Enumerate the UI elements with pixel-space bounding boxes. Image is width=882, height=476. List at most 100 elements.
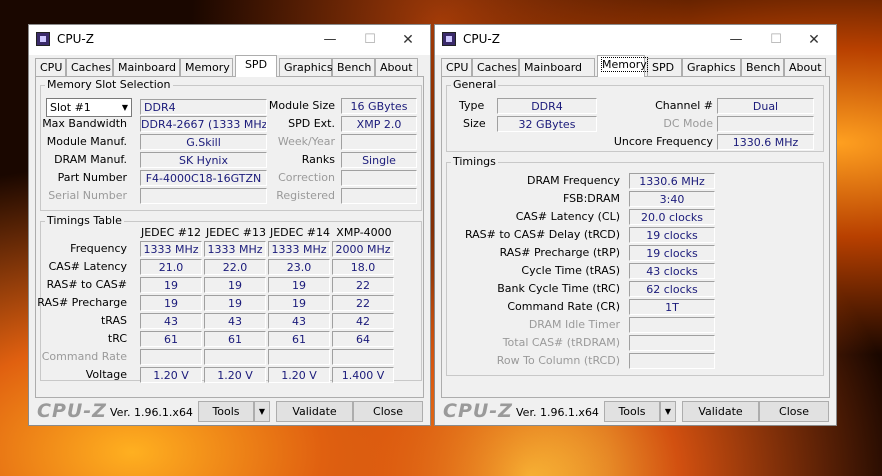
cpuz-app-icon — [36, 32, 50, 46]
tab-caches[interactable]: Caches — [472, 58, 519, 76]
trcd-label: RAS# to CAS# Delay (tRCD) — [464, 228, 620, 241]
close-button[interactable]: Close — [759, 401, 829, 422]
command-rate-value: 1T — [629, 299, 715, 315]
timing-cell: 19 — [204, 295, 266, 311]
tab-cpu[interactable]: CPU — [441, 58, 472, 76]
timing-cell: 1.20 V — [268, 367, 330, 383]
row-label: RAS# to CAS# — [46, 278, 127, 291]
timing-cell: 1333 MHz — [204, 241, 266, 257]
week-year-label: Week/Year — [277, 135, 335, 148]
title-bar[interactable]: CPU-Z — ☐ ✕ — [435, 25, 836, 55]
timing-cell: 19 — [204, 277, 266, 293]
timing-cell: 21.0 — [140, 259, 202, 275]
trcd-value: 19 clocks — [629, 227, 715, 243]
timing-cell: 43 — [140, 313, 202, 329]
timing-cell: 18.0 — [332, 259, 394, 275]
registered-label: Registered — [276, 189, 335, 202]
row-label: RAS# Precharge — [37, 296, 127, 309]
tab-graphics[interactable]: Graphics — [682, 58, 741, 76]
timing-cell: 43 — [268, 313, 330, 329]
memory-slot-selection-group: Memory Slot Selection Slot #1 ▼ DDR4 Max … — [40, 78, 422, 211]
validate-button[interactable]: Validate — [682, 401, 759, 422]
timing-cell: 19 — [140, 277, 202, 293]
tab-about[interactable]: About — [375, 58, 418, 76]
tab-mainboard[interactable]: Mainboard — [113, 58, 180, 76]
tools-dropdown-button[interactable]: ▼ — [660, 401, 676, 422]
tab-bench[interactable]: Bench — [332, 58, 375, 76]
timing-cell: 1.20 V — [140, 367, 202, 383]
tab-mainboard[interactable]: Mainboard — [519, 58, 595, 76]
timings-table-group: Timings Table JEDEC #12 JEDEC #13 JEDEC … — [37, 214, 422, 383]
timing-cell: 61 — [204, 331, 266, 347]
uncore-frequency-label: Uncore Frequency — [613, 135, 713, 148]
tab-memory[interactable]: Memory — [597, 55, 648, 77]
tab-spd[interactable]: SPD — [235, 55, 277, 77]
cpuz-window-memory: CPU-Z — ☐ ✕ CPU Caches Mainboard Memory … — [434, 24, 837, 426]
timing-cell: 19 — [268, 277, 330, 293]
timing-cell: 22.0 — [204, 259, 266, 275]
module-manuf-label: Module Manuf. — [46, 135, 127, 148]
timing-cell: 61 — [268, 331, 330, 347]
type-value: DDR4 — [497, 98, 597, 114]
maximize-button[interactable]: ☐ — [762, 29, 790, 51]
close-window-button[interactable]: ✕ — [394, 29, 422, 51]
bottom-bar: CPU-Z Ver. 1.96.1.x64 Tools ▼ Validate C… — [29, 398, 430, 425]
tab-graphics[interactable]: Graphics — [279, 58, 333, 76]
dram-manuf-value: SK Hynix — [140, 152, 267, 168]
close-button[interactable]: Close — [353, 401, 423, 422]
row-to-column-value — [629, 353, 715, 369]
tab-cpu[interactable]: CPU — [35, 58, 66, 76]
row-label: CAS# Latency — [48, 260, 127, 273]
trp-label: RAS# Precharge (tRP) — [499, 246, 620, 259]
tools-button[interactable]: Tools — [198, 401, 254, 422]
row-label: tRAS — [100, 314, 127, 327]
ranks-label: Ranks — [301, 153, 335, 166]
dc-mode-label: DC Mode — [663, 117, 713, 130]
trc-value: 62 clocks — [629, 281, 715, 297]
timing-cell: 22 — [332, 295, 394, 311]
tools-dropdown-button[interactable]: ▼ — [254, 401, 270, 422]
general-group: General Type DDR4 Size 32 GBytes Channel… — [446, 78, 824, 152]
tras-label: Cycle Time (tRAS) — [521, 264, 620, 277]
validate-button[interactable]: Validate — [276, 401, 353, 422]
tab-memory[interactable]: Memory — [180, 58, 233, 76]
memory-pane: General Type DDR4 Size 32 GBytes Channel… — [441, 76, 830, 398]
tab-caches[interactable]: Caches — [66, 58, 113, 76]
module-manuf-value: G.Skill — [140, 134, 267, 150]
cpuz-window-spd: CPU-Z — ☐ ✕ CPU Caches Mainboard Memory … — [28, 24, 431, 426]
tab-spd[interactable]: SPD — [647, 58, 682, 76]
timing-cell: 43 — [204, 313, 266, 329]
correction-label: Correction — [278, 171, 335, 184]
fsb-dram-label: FSB:DRAM — [562, 192, 620, 205]
minimize-button[interactable]: — — [722, 29, 750, 51]
column-header: XMP-4000 — [336, 226, 392, 239]
cpuz-app-icon — [442, 32, 456, 46]
spd-ext-value: XMP 2.0 — [341, 116, 417, 132]
tab-bench[interactable]: Bench — [741, 58, 784, 76]
dram-frequency-value: 1330.6 MHz — [629, 173, 715, 189]
dram-idle-timer-label: DRAM Idle Timer — [528, 318, 620, 331]
timing-cell — [332, 349, 394, 365]
part-number-label: Part Number — [57, 171, 127, 184]
close-window-button[interactable]: ✕ — [800, 29, 828, 51]
row-label: Command Rate — [41, 350, 127, 363]
dram-idle-timer-value — [629, 317, 715, 333]
title-bar[interactable]: CPU-Z — ☐ ✕ — [29, 25, 430, 55]
minimize-button[interactable]: — — [316, 29, 344, 51]
maximize-button[interactable]: ☐ — [356, 29, 384, 51]
cas-latency-label: CAS# Latency (CL) — [515, 210, 620, 223]
row-to-column-label: Row To Column (tRCD) — [496, 354, 620, 367]
group-title: Memory Slot Selection — [45, 78, 173, 91]
type-label: Type — [459, 99, 485, 112]
slot-select[interactable]: Slot #1 ▼ — [46, 98, 132, 117]
cpuz-logo: CPU-Z — [37, 400, 107, 422]
tools-button[interactable]: Tools — [604, 401, 660, 422]
timing-cell: 2000 MHz — [332, 241, 394, 257]
row-label: Voltage — [85, 368, 127, 381]
tab-about[interactable]: About — [784, 58, 826, 76]
group-title: General — [451, 78, 499, 91]
column-header: JEDEC #14 — [269, 226, 330, 239]
timing-cell: 22 — [332, 277, 394, 293]
channel-value: Dual — [717, 98, 814, 114]
dram-manuf-label: DRAM Manuf. — [54, 153, 127, 166]
